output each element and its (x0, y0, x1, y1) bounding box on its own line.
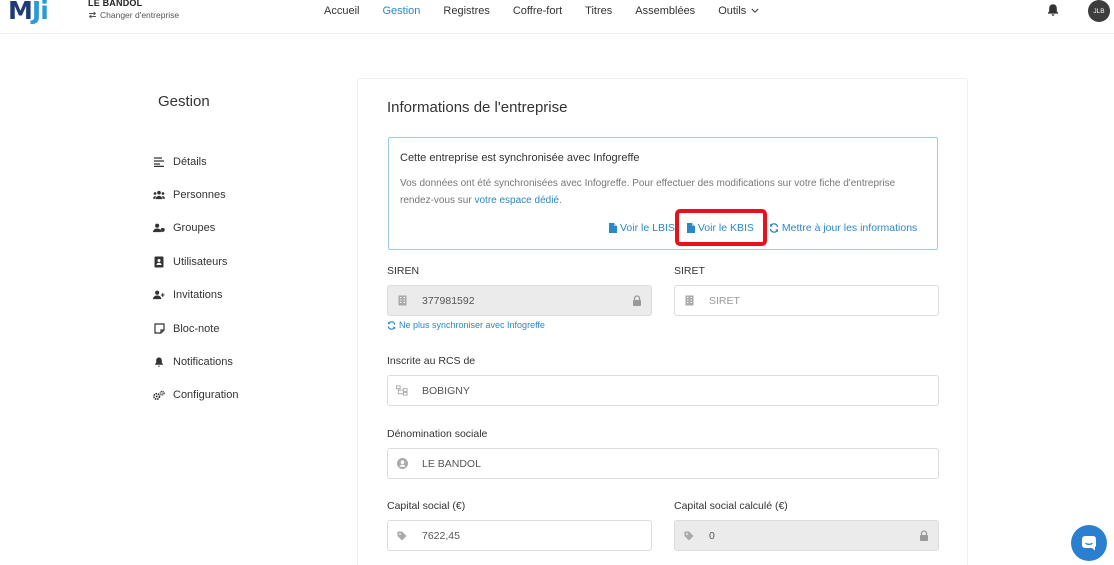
top-navbar: MJi LE BANDOL Changer d'entreprise Accue… (0, 0, 1114, 26)
rcs-field[interactable]: BOBIGNY (387, 375, 939, 406)
notification-bell-icon[interactable] (1046, 3, 1060, 17)
sidebar-item-details[interactable]: Détails (153, 145, 238, 178)
sidebar-title: Gestion (158, 93, 210, 110)
siren-label: SIREN (387, 265, 420, 277)
sync-panel-title: Cette entreprise est synchronisée avec I… (400, 152, 640, 164)
voir-kbis-label: Voir le KBIS (697, 222, 754, 234)
sidebar-item-invitations[interactable]: Invitations (153, 279, 238, 312)
siren-field: 377981592 (387, 285, 652, 316)
logo-letter: J (31, 0, 41, 25)
people-icon (153, 189, 165, 201)
note-icon (153, 323, 165, 335)
capital-field[interactable]: 7622,45 (387, 520, 652, 551)
file-icon (686, 223, 695, 233)
change-company-label: Changer d'entreprise (100, 10, 180, 20)
sidebar-item-label: Bloc-note (173, 322, 220, 335)
capital-calc-label: Capital social calculé (€) (674, 500, 788, 512)
logo-letter: M (8, 0, 33, 25)
sidebar-item-label: Détails (173, 155, 207, 168)
sidebar-item-label: Notifications (173, 356, 233, 369)
page-title: Informations de l'entreprise (387, 99, 568, 116)
nav-registres[interactable]: Registres (443, 5, 489, 17)
sidebar-item-configuration[interactable]: Configuration (153, 379, 238, 412)
sidebar-item-label: Personnes (173, 189, 226, 202)
unsync-infogreffe-link[interactable]: Ne plus synchroniser avec Infogreffe (387, 320, 545, 330)
sync-panel-text: Vos données ont été synchronisées avec I… (400, 175, 930, 209)
lock-icon (920, 530, 928, 541)
sync-panel-period: . (559, 195, 562, 206)
refresh-icon (387, 320, 396, 330)
sidebar-menu: Détails Personnes Groupes Utilisateurs I… (153, 145, 238, 412)
company-switcher[interactable]: LE BANDOL Changer d'entreprise (88, 0, 179, 20)
rcs-value: BOBIGNY (422, 384, 470, 397)
siret-label: SIRET (674, 265, 705, 277)
capital-value: 7622,45 (422, 529, 460, 542)
user-circle-icon (396, 458, 408, 470)
tag-icon (396, 530, 408, 542)
org-chart-icon (396, 385, 408, 397)
cogs-icon (153, 389, 165, 401)
lock-icon (633, 295, 641, 306)
chat-widget-button[interactable] (1071, 525, 1107, 561)
capital-label: Capital social (€) (387, 500, 466, 512)
header-divider (0, 33, 1114, 34)
nav-accueil[interactable]: Accueil (324, 5, 359, 17)
sidebar-item-label: Configuration (173, 389, 239, 402)
voir-lbis-label: Voir le LBIS (620, 222, 675, 234)
nav-titres[interactable]: Titres (585, 5, 612, 17)
voir-lbis-link[interactable]: Voir le LBIS (609, 222, 675, 234)
lines-icon (153, 156, 165, 168)
sidebar-item-label: Invitations (173, 289, 223, 302)
capital-calc-field: 0 (674, 520, 939, 551)
unsync-label: Ne plus synchroniser avec Infogreffe (399, 320, 545, 330)
building-icon (683, 295, 695, 307)
tag-icon (683, 530, 695, 542)
nav-coffre-fort[interactable]: Coffre-fort (513, 5, 562, 17)
company-name: LE BANDOL (88, 0, 143, 8)
file-icon (609, 223, 617, 233)
siret-placeholder: SIRET (709, 294, 740, 307)
voir-kbis-link[interactable]: Voir le KBIS (686, 222, 754, 234)
building-icon (396, 295, 408, 307)
sidebar-item-groupes[interactable]: Groupes (153, 212, 238, 245)
bell-icon (153, 356, 165, 368)
capital-calc-value: 0 (709, 529, 715, 542)
sidebar-item-notifications[interactable]: Notifications (153, 345, 238, 378)
sidebar-item-utilisateurs[interactable]: Utilisateurs (153, 245, 238, 278)
sync-actions: Voir le LBIS Voir le KBIS Mettre à jour … (609, 222, 917, 234)
id-card-icon (153, 256, 165, 268)
nav-assemblees[interactable]: Assemblées (635, 5, 695, 17)
refresh-icon (769, 223, 779, 233)
app-logo[interactable]: MJi (8, 0, 49, 25)
denomination-value: LE BANDOL (422, 457, 481, 470)
espace-dedie-link[interactable]: votre espace dédié (474, 195, 559, 206)
chevron-down-icon (751, 8, 759, 14)
denomination-label: Dénomination sociale (387, 428, 488, 440)
logo-letter: i (40, 0, 49, 25)
group-icon (153, 222, 165, 234)
main-nav: Accueil Gestion Registres Coffre-fort Ti… (324, 5, 759, 17)
swap-arrows-icon (88, 11, 97, 19)
update-info-link[interactable]: Mettre à jour les informations (769, 222, 917, 234)
update-info-label: Mettre à jour les informations (781, 222, 918, 234)
denomination-field[interactable]: LE BANDOL (387, 448, 939, 479)
user-plus-icon (153, 289, 165, 301)
sidebar-item-label: Groupes (173, 222, 216, 235)
siren-value: 377981592 (422, 294, 475, 307)
change-company-link[interactable]: Changer d'entreprise (88, 10, 179, 20)
siret-field[interactable]: SIRET (674, 285, 939, 316)
sidebar-item-personnes[interactable]: Personnes (153, 178, 238, 211)
nav-gestion[interactable]: Gestion (382, 5, 420, 17)
nav-outils[interactable]: Outils (718, 5, 759, 17)
rcs-label: Inscrite au RCS de (387, 355, 476, 367)
nav-outils-label: Outils (718, 5, 747, 17)
user-avatar[interactable]: JLB (1088, 0, 1110, 22)
sidebar-item-bloc-note[interactable]: Bloc-note (153, 312, 238, 345)
sidebar-item-label: Utilisateurs (173, 255, 228, 268)
chat-icon (1082, 536, 1096, 551)
